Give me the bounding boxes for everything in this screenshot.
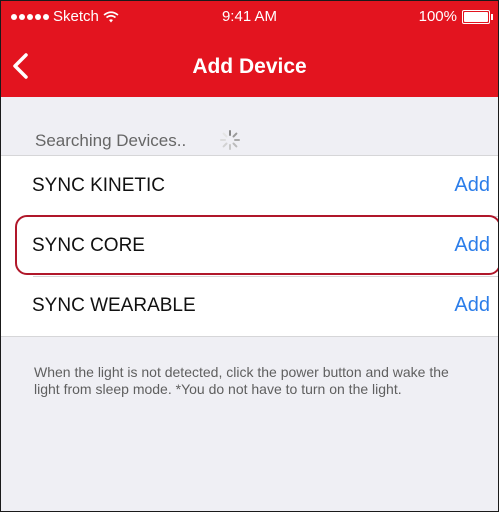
status-right: 100% (418, 8, 493, 25)
device-name: SYNC KINETIC (32, 175, 166, 196)
add-sync-core-button[interactable]: Add (454, 234, 490, 257)
device-row-sync-wearable: SYNC WEARABLE Add (1, 276, 498, 336)
page-title: Add Device (192, 55, 307, 78)
add-sync-kinetic-button[interactable]: Add (454, 174, 490, 197)
searching-label: Searching Devices.. (35, 131, 187, 150)
app-header: Sketch 9:41 AM 100% Add Device (1, 1, 498, 97)
device-row-sync-kinetic: SYNC KINETIC Add (1, 156, 498, 216)
navigation-bar: Add Device (1, 31, 498, 97)
battery-icon (462, 9, 493, 24)
searching-section: Searching Devices.. (1, 97, 498, 155)
device-list: SYNC KINETIC Add SYNC CORE Add SYNC WEAR… (1, 155, 498, 337)
phone-screen: Sketch 9:41 AM 100% Add Device Searching… (0, 0, 499, 512)
battery-percentage: 100% (418, 8, 457, 25)
help-text: When the light is not detected, click th… (34, 364, 449, 397)
device-name: SYNC CORE (32, 235, 145, 256)
status-bar: Sketch 9:41 AM 100% (1, 1, 498, 31)
device-row-sync-core: SYNC CORE Add (1, 216, 498, 276)
add-sync-wearable-button[interactable]: Add (454, 294, 490, 317)
spinner-icon (220, 130, 240, 150)
device-name: SYNC WEARABLE (32, 295, 196, 316)
